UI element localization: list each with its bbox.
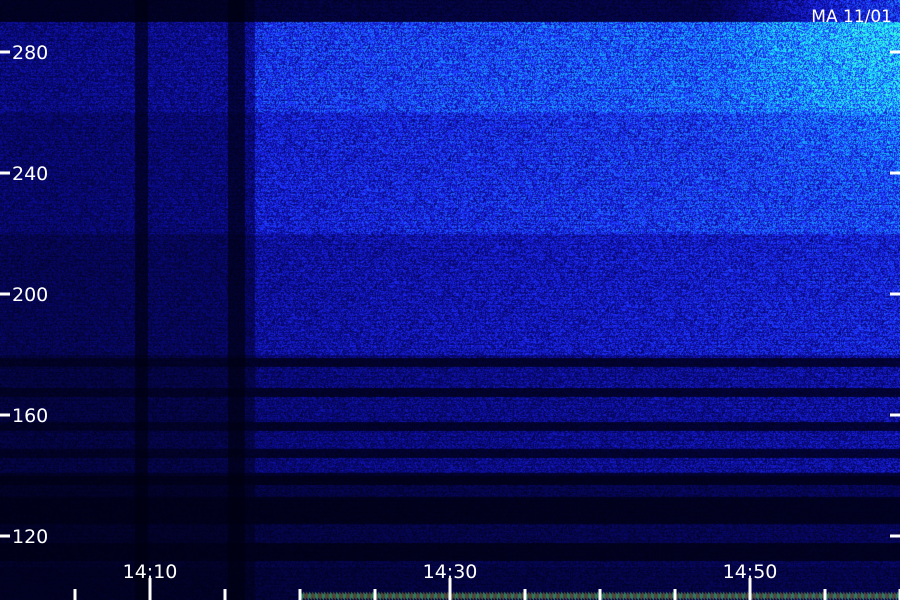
y-tick-label: 160 [12,405,48,427]
x-axis: 14:10 14:30 14:50 [73,561,900,600]
y-tick-label: 200 [12,284,48,306]
y-tick-label: 120 [12,526,48,548]
x-tick-label: 14:50 [723,561,778,583]
y-axis: 120 160 200 240 280 [0,42,900,548]
x-tick-label: 14:10 [123,561,178,583]
x-tick-label: 14:30 [423,561,478,583]
spectrogram-axes: 120 160 200 240 280 14:10 14:30 14:50 MA 11/01 [0,7,900,600]
y-tick-label: 240 [12,163,48,185]
station-date-label: MA 11/01 [811,7,892,27]
y-tick-label: 280 [12,42,48,64]
